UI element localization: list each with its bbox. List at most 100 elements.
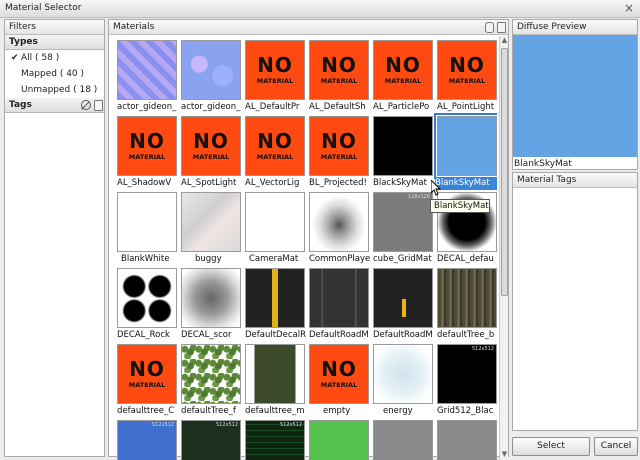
close-icon[interactable]: × xyxy=(624,1,634,15)
material-thumbnail[interactable] xyxy=(373,116,433,176)
material-label[interactable]: actor_gideon_ xyxy=(117,102,181,114)
no-material-text: NO xyxy=(321,53,357,77)
material-label-selected[interactable]: BlankSkyMat xyxy=(435,178,497,190)
no-material-subtext: MATERIAL xyxy=(256,153,294,161)
material-label[interactable]: DefaultDecalR xyxy=(245,330,309,342)
type-filter-mapped[interactable]: Mapped ( 40 ) xyxy=(5,66,104,82)
material-label[interactable]: defaulttree_m xyxy=(245,406,309,418)
material-thumbnail[interactable]: NO MATERIAL xyxy=(181,116,241,176)
material-label[interactable]: AL_SpotLight xyxy=(181,178,245,190)
material-thumbnail[interactable] xyxy=(181,40,241,100)
material-thumbnail[interactable] xyxy=(373,420,433,460)
material-thumbnail[interactable] xyxy=(437,268,497,328)
material-thumbnail[interactable] xyxy=(181,192,241,252)
material-thumbnail[interactable] xyxy=(181,344,241,404)
material-thumbnail[interactable]: NO MATERIAL xyxy=(117,116,177,176)
database-icon[interactable] xyxy=(485,22,494,33)
material-label[interactable]: AL_ShadowV xyxy=(117,178,181,190)
material-thumbnail[interactable] xyxy=(309,268,369,328)
material-label[interactable]: AL_PointLight xyxy=(437,102,497,114)
material-thumbnail[interactable]: NO MATERIAL xyxy=(309,116,369,176)
material-thumbnail-selected[interactable] xyxy=(434,113,497,179)
material-label[interactable]: BlankWhite xyxy=(121,254,185,266)
scroll-down-arrow-icon[interactable]: ▼ xyxy=(500,450,509,460)
material-label[interactable]: CameraMat xyxy=(249,254,313,266)
resolution-badge: 128x128 xyxy=(407,194,430,200)
material-thumbnail[interactable]: 128x128 xyxy=(373,192,433,252)
material-label[interactable]: BL_Projected! xyxy=(309,178,373,190)
material-thumbnail[interactable]: NO MATERIAL xyxy=(437,40,497,100)
material-thumbnail[interactable]: NO MATERIAL xyxy=(309,344,369,404)
material-label[interactable]: defaultTree_b xyxy=(437,330,497,342)
material-label[interactable]: CommonPlaye xyxy=(309,254,373,266)
tags-header-label: Tags xyxy=(9,100,32,110)
new-tag-icon[interactable] xyxy=(94,100,103,111)
material-label[interactable]: DECAL_defau xyxy=(437,254,497,266)
material-label[interactable]: actor_gideon_ xyxy=(181,102,245,114)
type-filter-label: Unmapped ( 18 ) xyxy=(21,85,98,95)
material-label[interactable]: empty xyxy=(323,406,387,418)
scroll-up-arrow-icon[interactable]: ▲ xyxy=(500,36,509,46)
material-thumbnail[interactable] xyxy=(309,420,369,460)
no-material-text: NO xyxy=(385,53,421,77)
tags-section-header: Tags xyxy=(5,98,104,113)
material-thumbnail[interactable]: 512x512 xyxy=(117,420,177,460)
select-button[interactable]: Select xyxy=(512,437,590,456)
material-label[interactable]: DECAL_scor xyxy=(181,330,245,342)
material-label[interactable]: AL_DefaultPr xyxy=(245,102,309,114)
type-filter-all[interactable]: ✔ All ( 58 ) xyxy=(5,50,104,66)
material-thumbnail[interactable] xyxy=(309,192,369,252)
material-label[interactable]: DefaultRoadM xyxy=(373,330,437,342)
material-thumbnail[interactable] xyxy=(117,192,177,252)
diffuse-preview-image xyxy=(513,35,637,157)
material-thumbnail[interactable]: 512x512 xyxy=(437,344,497,404)
material-thumbnail[interactable]: NO MATERIAL xyxy=(245,116,305,176)
scrollbar-thumb[interactable] xyxy=(501,48,508,296)
material-label[interactable]: defaulttree_C xyxy=(117,406,181,418)
no-material-subtext: MATERIAL xyxy=(128,153,166,161)
material-thumbnail[interactable] xyxy=(117,268,177,328)
material-thumbnail[interactable]: NO MATERIAL xyxy=(245,40,305,100)
material-thumbnail[interactable]: 512x512 xyxy=(181,420,241,460)
cancel-button[interactable]: Cancel xyxy=(594,437,638,456)
material-thumbnail[interactable]: 512x512 xyxy=(245,420,305,460)
no-material-text: NO xyxy=(449,53,485,77)
no-material-text: NO xyxy=(257,53,293,77)
material-label[interactable]: AL_DefaultSh xyxy=(309,102,373,114)
material-label[interactable]: DefaultRoadM xyxy=(309,330,373,342)
material-thumbnail[interactable] xyxy=(117,40,177,100)
material-thumbnail[interactable] xyxy=(373,344,433,404)
no-material-text: NO xyxy=(321,129,357,153)
material-label[interactable]: AL_VectorLig xyxy=(245,178,309,190)
material-tooltip: BlankSkyMat xyxy=(430,199,490,213)
material-label[interactable]: BlackSkyMat xyxy=(373,178,437,190)
materials-scrollbar[interactable]: ▲ ▼ xyxy=(499,36,508,460)
no-material-subtext: MATERIAL xyxy=(448,77,486,85)
materials-grid: NO MATERIAL NO MATERIAL NO MATERIAL NO MATER… xyxy=(109,36,497,460)
type-filter-unmapped[interactable]: Unmapped ( 18 ) xyxy=(5,82,104,98)
material-thumbnail[interactable]: NO MATERIAL xyxy=(373,40,433,100)
material-thumbnail[interactable]: NO MATERIAL xyxy=(309,40,369,100)
material-thumbnail[interactable] xyxy=(245,268,305,328)
material-label[interactable]: DECAL_Rock xyxy=(117,330,181,342)
material-label[interactable]: Grid512_Blac xyxy=(437,406,497,418)
material-thumbnail[interactable] xyxy=(245,192,305,252)
no-material-subtext: MATERIAL xyxy=(320,77,358,85)
new-material-icon[interactable] xyxy=(497,22,506,33)
material-label[interactable]: defaultTree_f xyxy=(181,406,245,418)
diffuse-preview-header: Diffuse Preview xyxy=(513,20,637,35)
title-bar[interactable]: Material Selector × xyxy=(0,0,640,18)
no-material-subtext: MATERIAL xyxy=(384,77,422,85)
clear-tags-icon[interactable] xyxy=(81,100,91,110)
no-material-text: NO xyxy=(129,357,165,381)
checkmark-icon: ✔ xyxy=(11,53,19,63)
material-thumbnail[interactable] xyxy=(181,268,241,328)
material-thumbnail[interactable] xyxy=(245,344,305,404)
material-label[interactable]: AL_ParticlePo xyxy=(373,102,437,114)
no-material-subtext: MATERIAL xyxy=(320,381,358,389)
material-label[interactable]: cube_GridMat xyxy=(373,254,437,266)
material-thumbnail[interactable]: NO MATERIAL xyxy=(117,344,177,404)
material-tags-panel: Material Tags xyxy=(512,172,638,431)
material-thumbnail[interactable] xyxy=(373,268,433,328)
material-thumbnail[interactable] xyxy=(437,420,497,460)
